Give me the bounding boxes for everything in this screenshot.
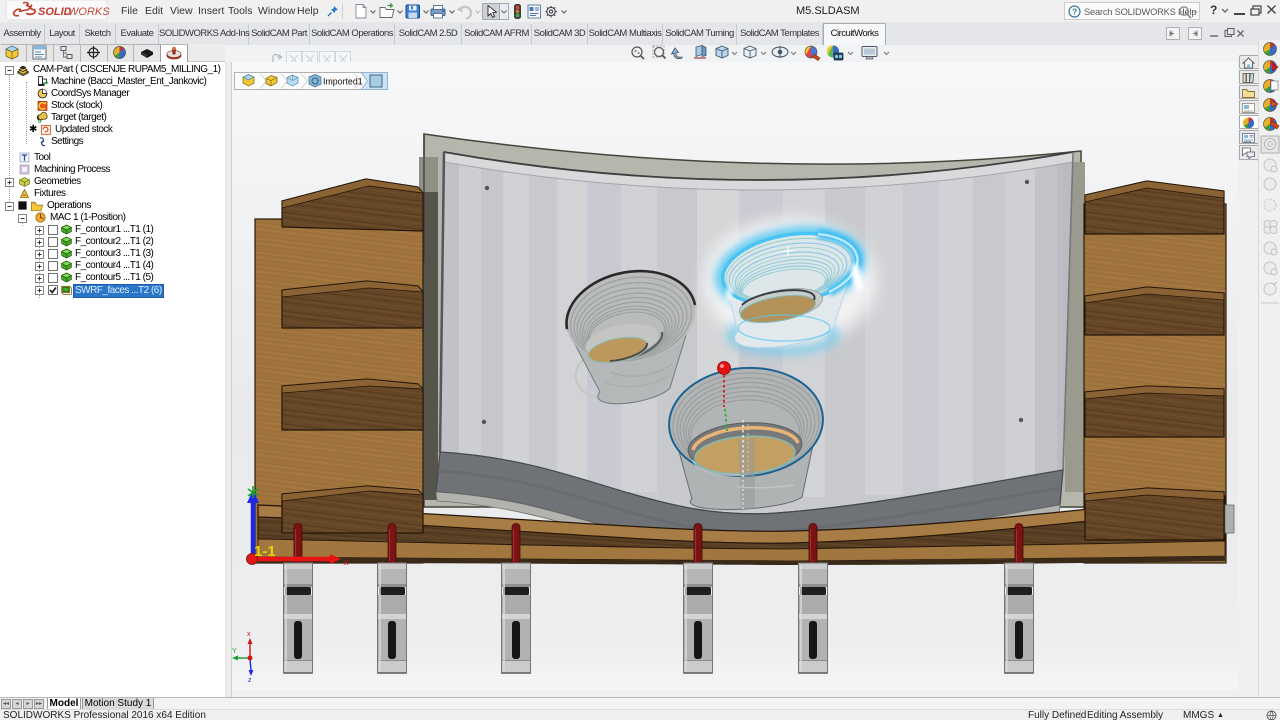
svg-text:z: z	[248, 677, 252, 684]
svg-text:?: ?	[1072, 7, 1077, 17]
svg-text:x: x	[247, 631, 251, 638]
svg-text:x: x	[344, 557, 349, 567]
svg-text:Y: Y	[232, 648, 237, 655]
svg-text:WORKS: WORKS	[68, 6, 110, 18]
svg-text:Imported1: Imported1	[323, 77, 363, 87]
svg-text:1-1: 1-1	[254, 543, 276, 560]
svg-text:SOLID: SOLID	[38, 6, 72, 18]
